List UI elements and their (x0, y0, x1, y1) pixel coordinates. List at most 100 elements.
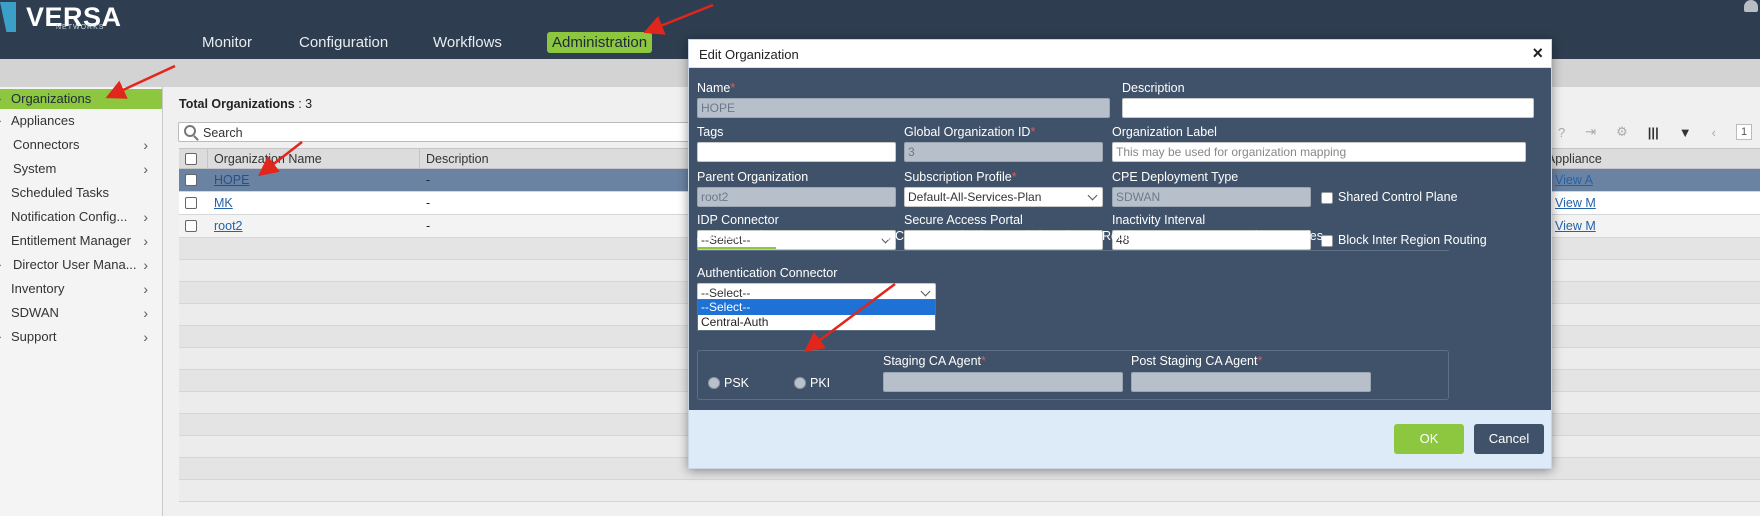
org-label-field[interactable]: This may be used for organization mappin… (1112, 142, 1526, 162)
psk-radio[interactable] (708, 377, 720, 389)
chevron-down-icon (920, 286, 931, 297)
sidebar: › Organizations › Appliances Connectors › S… (0, 87, 163, 516)
view-appliances-link[interactable]: View A (1555, 173, 1593, 187)
tags-field[interactable] (697, 142, 896, 162)
page-number-input[interactable]: 1 (1735, 124, 1753, 140)
view-appliances-link[interactable]: View M (1555, 196, 1596, 210)
chevron-right-icon: › (143, 257, 148, 273)
global-org-id-field[interactable]: 3 (904, 142, 1103, 162)
help-icon[interactable]: ? (1558, 125, 1565, 140)
nav-monitor[interactable]: Monitor (202, 34, 252, 51)
name-label: Name* (697, 81, 736, 95)
total-value: : 3 (298, 97, 313, 111)
pki-label: PKI (810, 376, 831, 390)
notification-bell-icon[interactable] (1744, 0, 1758, 12)
organization-name-link[interactable]: root2 (214, 219, 243, 233)
sidebar-item-label: SDWAN (11, 305, 59, 320)
total-label: Total Organizations (179, 97, 295, 111)
view-appliances-link[interactable]: View M (1555, 219, 1596, 233)
cancel-button[interactable]: Cancel (1474, 424, 1544, 454)
sidebar-item-label: Scheduled Tasks (11, 185, 110, 200)
sidebar-item-scheduled-tasks[interactable]: Scheduled Tasks (0, 181, 162, 205)
sidebar-item-director-user-management[interactable]: › Director User Mana... › (0, 253, 162, 277)
subscription-profile-select[interactable]: Default-All-Services-Plan (904, 187, 1103, 207)
secure-access-portal-label: Secure Access Portal (904, 213, 1023, 227)
psk-label: PSK (724, 376, 750, 390)
sidebar-item-notification-config[interactable]: Notification Config... › (0, 205, 162, 229)
post-staging-ca-select[interactable] (1131, 372, 1371, 392)
tab-analytics-cluster[interactable]: Analytics Cluster (1004, 229, 1097, 243)
organization-description: - (426, 196, 431, 210)
row-checkbox[interactable] (185, 174, 197, 186)
name-field[interactable]: HOPE (697, 98, 1110, 118)
tab-authentication[interactable]: Authentication (697, 229, 777, 249)
dialog-footer: OK Cancel (689, 410, 1551, 468)
staging-ca-select[interactable] (883, 372, 1123, 392)
dialog-header: Edit Organization × (689, 40, 1551, 68)
chevron-right-icon: › (143, 305, 148, 321)
nav-configuration[interactable]: Configuration (299, 34, 388, 51)
nav-workflows[interactable]: Workflows (433, 34, 502, 51)
sidebar-item-sdwan[interactable]: SDWAN › (0, 301, 162, 325)
shared-control-plane-label: Shared Control Plane (1338, 190, 1458, 204)
pki-radio[interactable] (794, 377, 806, 389)
columns-icon[interactable]: ||| (1648, 125, 1659, 140)
filter-icon[interactable]: ▼ (1679, 125, 1692, 140)
sidebar-item-label: Connectors (13, 137, 80, 152)
sidebar-item-support[interactable]: › Support › (0, 325, 162, 349)
inactivity-interval-label: Inactivity Interval (1112, 213, 1206, 227)
sidebar-item-organizations[interactable]: › Organizations (0, 89, 162, 109)
staging-ca-label: Staging CA Agent* (883, 354, 986, 368)
parent-org-label: Parent Organization (697, 170, 809, 184)
organization-name-link[interactable]: HOPE (214, 173, 249, 187)
sidebar-item-label: System (13, 161, 57, 176)
sidebar-item-label: Appliances (11, 113, 75, 128)
tab-supported-user-roles[interactable]: Supported User Roles (1200, 229, 1323, 243)
organization-description: - (426, 219, 431, 233)
sidebar-item-system[interactable]: System › (0, 157, 162, 181)
select-all-checkbox[interactable] (185, 153, 197, 165)
sidebar-item-label: Organizations (11, 91, 92, 106)
dropdown-option-select[interactable]: --Select-- (698, 300, 935, 315)
search-input[interactable]: Search (178, 122, 698, 142)
edit-organization-dialog: Edit Organization × Name* HOPE Descripti… (688, 39, 1552, 469)
tab-cms-connectors[interactable]: CMS Connectors (795, 229, 890, 243)
bullet-icon: › (0, 109, 1, 133)
description-field[interactable] (1122, 98, 1534, 118)
chevron-down-icon (1087, 190, 1098, 201)
brand-subtitle: NETWORKS (56, 24, 105, 31)
page-prev-icon[interactable]: ‹ (1712, 125, 1716, 140)
organization-description: - (426, 173, 431, 187)
dropdown-option-central-auth[interactable]: Central-Auth (698, 315, 935, 330)
subscription-profile-label: Subscription Profile* (904, 170, 1017, 184)
dialog-tabs: Authentication CMS Connectors CMS Organi… (697, 229, 1449, 251)
global-org-id-label: Global Organization ID* (904, 125, 1036, 139)
sidebar-item-inventory[interactable]: Inventory › (0, 277, 162, 301)
sidebar-item-label: Director User Mana... (13, 257, 137, 272)
cpe-deployment-type-field[interactable]: SDWAN (1112, 187, 1311, 207)
tab-routing-instance[interactable]: Routing Instance (1102, 229, 1196, 243)
ok-button[interactable]: OK (1394, 424, 1464, 454)
organization-name-link[interactable]: MK (214, 196, 233, 210)
close-icon[interactable]: × (1532, 43, 1543, 64)
sidebar-item-appliances[interactable]: › Appliances (0, 109, 162, 133)
shared-control-plane-checkbox[interactable] (1321, 192, 1333, 204)
search-icon (184, 125, 196, 137)
export-icon[interactable]: ⇥ (1585, 124, 1596, 140)
tab-cms-organizations[interactable]: CMS Organizations (895, 229, 1003, 243)
tags-label: Tags (697, 125, 724, 139)
chevron-right-icon: › (143, 209, 148, 225)
chevron-right-icon: › (143, 233, 148, 249)
row-checkbox[interactable] (185, 197, 197, 209)
versa-logo-icon (0, 2, 16, 32)
column-header-organization-name[interactable]: Organization Name (214, 152, 322, 166)
auth-connector-label: Authentication Connector (697, 266, 838, 280)
row-checkbox[interactable] (185, 220, 197, 232)
column-header-description[interactable]: Description (426, 152, 489, 166)
settings-icon[interactable]: ⚙ (1616, 124, 1628, 140)
parent-org-field[interactable]: root2 (697, 187, 896, 207)
bullet-icon: › (0, 89, 1, 109)
sidebar-item-entitlement-manager[interactable]: Entitlement Manager › (0, 229, 162, 253)
nav-administration[interactable]: Administration (547, 32, 653, 53)
sidebar-item-connectors[interactable]: Connectors › (0, 133, 162, 157)
